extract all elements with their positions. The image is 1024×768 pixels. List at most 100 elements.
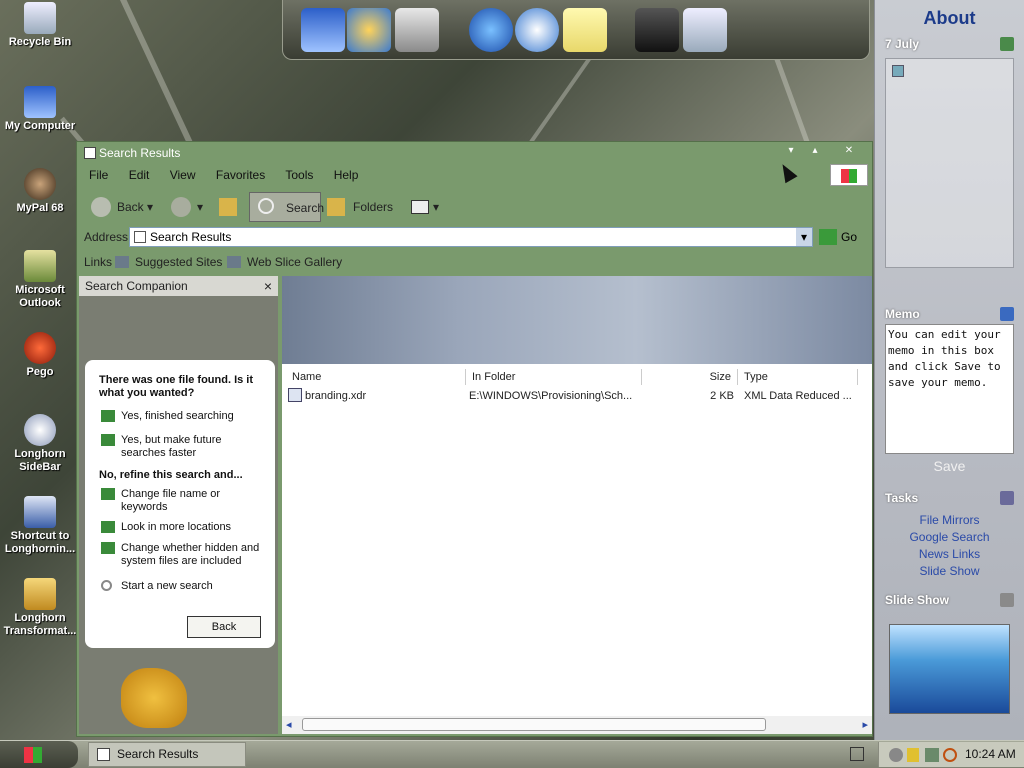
memo-save-button[interactable]: Save [875, 458, 1024, 474]
red-orb-icon [24, 332, 56, 364]
companion-title: Search Companion [85, 279, 188, 293]
scroll-right-icon[interactable]: ▸ [862, 718, 868, 731]
views-dropdown-icon: ▾ [433, 200, 440, 214]
horizontal-scrollbar[interactable]: ◂ ▸ [282, 716, 872, 734]
network-icon[interactable] [395, 8, 439, 52]
web-slice-icon [115, 256, 129, 268]
forward-dropdown[interactable]: ▾ [197, 192, 207, 222]
menu-edit[interactable]: Edit [129, 168, 150, 182]
folders-icon [327, 198, 345, 216]
desktop-icon-mypal[interactable]: MyPal 68 [2, 168, 78, 215]
tasks-icon[interactable] [1000, 491, 1014, 505]
raccoon-icon [24, 168, 56, 200]
maximize-button[interactable]: ▴ [804, 144, 826, 158]
tray-app-icon[interactable] [889, 748, 903, 762]
network-tray-icon[interactable] [925, 748, 939, 762]
address-input[interactable]: Search Results ▾ [129, 227, 813, 247]
go-button[interactable]: Go [819, 227, 863, 247]
desktop-icon-longhorn-transformation[interactable]: Longhorn Transformat... [2, 578, 78, 638]
computer-icon[interactable] [301, 8, 345, 52]
companion-back-button[interactable]: Back [187, 616, 261, 638]
column-header-folder[interactable]: In Folder [466, 369, 642, 385]
back-button[interactable]: Back [89, 192, 153, 222]
desktop-icon-outlook[interactable]: Microsoft Outlook [2, 250, 78, 310]
option-finished-searching[interactable]: Yes, finished searching [101, 410, 234, 423]
address-dropdown-icon[interactable]: ▾ [796, 228, 812, 246]
memo-title: Memo [875, 304, 1024, 324]
sidebar: About 7 July Memo You can edit your memo… [874, 0, 1024, 740]
memo-icon[interactable] [1000, 307, 1014, 321]
dock [282, 0, 870, 60]
desktop-icon-label: Longhorn SideBar [14, 448, 66, 473]
search-button[interactable]: Search [249, 192, 324, 222]
up-folder-button[interactable] [219, 192, 239, 222]
page-icon [134, 231, 146, 243]
task-link[interactable]: File Mirrors [875, 512, 1024, 529]
views-icon [411, 200, 429, 214]
cell-size: 2 KB [710, 390, 734, 402]
menu-file[interactable]: File [89, 168, 108, 182]
desktop-icon-label: Recycle Bin [8, 36, 72, 48]
folders-button[interactable]: Folders [327, 192, 397, 222]
keyboard-icon[interactable] [850, 747, 864, 761]
forward-button[interactable] [171, 192, 191, 222]
close-button[interactable]: ✕ [838, 144, 860, 158]
sticky-note-icon[interactable] [563, 8, 607, 52]
option-label: Change whether hidden and system files a… [121, 542, 260, 567]
calendar-panel [885, 58, 1014, 268]
option-hidden-system-files[interactable]: Change whether hidden and system files a… [101, 542, 276, 568]
desktop-icon-shortcut[interactable]: Shortcut to Longhornin... [2, 496, 78, 556]
taskbar-button-search-results[interactable]: Search Results [88, 742, 246, 767]
calendar-icon[interactable] [1000, 37, 1014, 51]
users-icon[interactable] [347, 8, 391, 52]
internet-explorer-icon[interactable] [469, 8, 513, 52]
option-new-search[interactable]: Start a new search [101, 580, 213, 593]
title-bar[interactable]: Search Results ▾ ▴ ✕ [77, 142, 872, 164]
green-arrow-icon [101, 521, 115, 533]
scroll-left-icon[interactable]: ◂ [286, 718, 292, 731]
start-button[interactable] [0, 741, 78, 768]
menu-view[interactable]: View [170, 168, 196, 182]
column-header-name[interactable]: Name [286, 369, 466, 385]
search-dog-icon[interactable] [121, 668, 187, 728]
option-label: Start a new search [121, 580, 213, 592]
memo-textarea[interactable]: You can edit your memo in this box and c… [885, 324, 1014, 454]
desktop-icon-my-computer[interactable]: My Computer [2, 86, 78, 133]
forward-arrow-icon [171, 197, 191, 217]
task-link[interactable]: News Links [875, 546, 1024, 563]
go-arrow-icon [819, 229, 837, 245]
column-header-type[interactable]: Type [738, 369, 858, 385]
task-link[interactable]: Slide Show [875, 563, 1024, 580]
settings-icon[interactable] [635, 8, 679, 52]
minimize-button[interactable]: ▾ [780, 144, 802, 158]
back-dropdown[interactable]: ▾ [147, 192, 159, 222]
desktop-icon-recycle-bin[interactable]: Recycle Bin [2, 2, 78, 49]
option-label: Yes, but make future searches faster [121, 434, 222, 459]
option-faster-searches[interactable]: Yes, but make future searches faster [101, 434, 251, 460]
tasks-title: Tasks [875, 488, 1024, 508]
refine-heading: No, refine this search and... [99, 469, 243, 481]
menu-help[interactable]: Help [334, 168, 359, 182]
windows-flag-icon [24, 747, 42, 763]
recycle-bin-icon[interactable] [683, 8, 727, 52]
companion-close-icon[interactable]: × [264, 276, 272, 296]
desktop-icon-pego[interactable]: Pego [2, 332, 78, 379]
clock[interactable]: 10:24 AM [965, 742, 1016, 767]
slideshow-icon[interactable] [1000, 593, 1014, 607]
views-button[interactable]: ▾ [411, 192, 441, 222]
security-shield-icon[interactable] [907, 748, 919, 762]
scrollbar-thumb[interactable] [302, 718, 766, 731]
media-player-icon[interactable] [515, 8, 559, 52]
sidebar-about[interactable]: About [875, 0, 1024, 34]
column-header-size[interactable]: Size [642, 369, 738, 385]
option-more-locations[interactable]: Look in more locations [101, 521, 231, 534]
menu-tools[interactable]: Tools [285, 168, 313, 182]
link-web-slice-gallery[interactable]: Web Slice Gallery [227, 255, 342, 269]
slideshow-image[interactable] [889, 624, 1010, 714]
search-tray-icon[interactable] [943, 748, 957, 762]
desktop-icon-longhorn-sidebar[interactable]: Longhorn SideBar [2, 414, 78, 474]
task-link[interactable]: Google Search [875, 529, 1024, 546]
menu-favorites[interactable]: Favorites [216, 168, 265, 182]
option-change-file-name[interactable]: Change file name or keywords [101, 488, 251, 514]
link-suggested-sites[interactable]: Suggested Sites [115, 255, 222, 269]
